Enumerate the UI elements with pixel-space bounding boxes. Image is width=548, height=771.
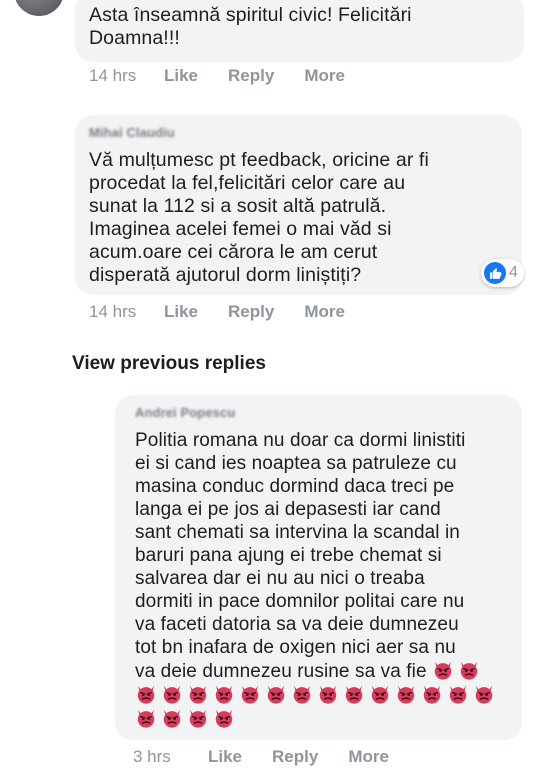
devil-emoji-icon: [432, 659, 454, 681]
comment-bubble: Andrei Popescu Politia romana nu doar ca…: [115, 395, 522, 740]
comment-actions: 14 hrs Like Reply More: [89, 302, 375, 322]
emoji-group: [432, 661, 484, 682]
like-button[interactable]: Like: [164, 66, 198, 86]
comment-text: Politia romana nu doar ca dormi linistit…: [135, 430, 466, 682]
more-button[interactable]: More: [304, 66, 345, 86]
reply-button[interactable]: Reply: [228, 66, 274, 86]
devil-emoji-icon: [458, 659, 480, 681]
comment-author[interactable]: Mihai Claudiu: [89, 125, 508, 141]
comment-text: Asta înseamnă spiritul civic! Felicitări…: [89, 4, 412, 49]
reaction-count-badge[interactable]: 4: [481, 259, 524, 287]
devil-emoji-icon: [343, 683, 365, 705]
devil-emoji-icon: [135, 707, 157, 729]
devil-emoji-icon: [421, 683, 443, 705]
devil-emoji-icon: [187, 707, 209, 729]
devil-emoji-icon: [187, 683, 209, 705]
devil-emoji-icon: [213, 683, 235, 705]
devil-emoji-icon: [265, 683, 287, 705]
avatar[interactable]: [14, 0, 64, 16]
devil-emoji-icon: [239, 683, 261, 705]
reaction-count: 4: [509, 264, 518, 281]
emoji-group: [135, 685, 499, 706]
reply-button[interactable]: Reply: [228, 302, 274, 322]
devil-emoji-icon: [135, 683, 157, 705]
reply-button[interactable]: Reply: [272, 747, 318, 767]
comment-bubble: Asta înseamnă spiritul civic! Felicitări…: [75, 0, 524, 62]
devil-emoji-icon: [369, 683, 391, 705]
devil-emoji-icon: [161, 683, 183, 705]
devil-emoji-icon: [213, 707, 235, 729]
devil-emoji-icon: [161, 707, 183, 729]
devil-emoji-icon: [473, 683, 495, 705]
comment-text: Vă mulțumesc pt feedback, oricine ar fi …: [89, 149, 429, 286]
view-previous-replies-link[interactable]: View previous replies: [72, 353, 266, 375]
comment-actions: 14 hrs Like Reply More: [89, 66, 375, 86]
comment-timestamp[interactable]: 14 hrs: [89, 302, 164, 322]
like-icon: [484, 262, 506, 284]
comment-timestamp[interactable]: 3 hrs: [133, 747, 208, 767]
like-button[interactable]: Like: [208, 747, 242, 767]
like-button[interactable]: Like: [164, 302, 198, 322]
comment-body: Politia romana nu doar ca dormi linistit…: [135, 429, 508, 731]
more-button[interactable]: More: [304, 302, 345, 322]
comment-author[interactable]: Andrei Popescu: [135, 405, 508, 421]
devil-emoji-icon: [291, 683, 313, 705]
devil-emoji-icon: [317, 683, 339, 705]
comment-timestamp[interactable]: 14 hrs: [89, 66, 164, 86]
comment-actions: 3 hrs Like Reply More: [133, 747, 419, 767]
emoji-group: [135, 709, 239, 730]
devil-emoji-icon: [447, 683, 469, 705]
comment-bubble: Mihai Claudiu Vă mulțumesc pt feedback, …: [75, 115, 522, 295]
more-button[interactable]: More: [348, 747, 389, 767]
devil-emoji-icon: [395, 683, 417, 705]
comment-thread: Asta înseamnă spiritul civic! Felicitări…: [0, 0, 548, 771]
